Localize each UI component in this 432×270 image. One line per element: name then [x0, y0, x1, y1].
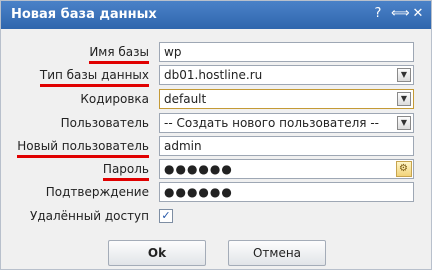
remote-access-checkbox[interactable]: ✓ [159, 209, 173, 223]
new-user-label: Новый пользователь [17, 139, 149, 158]
ok-button[interactable]: Ok [108, 240, 206, 266]
password-generator-icon[interactable]: ⚙ [396, 161, 412, 177]
help-icon[interactable]: ? [371, 6, 385, 22]
encoding-row: Кодировка default ▼ [1, 89, 431, 111]
password-label: Пароль [102, 162, 149, 181]
new-user-input[interactable] [159, 136, 414, 156]
chevron-down-icon[interactable]: ▼ [397, 116, 411, 130]
password-value: ●●●●●● [164, 162, 233, 176]
encoding-value: default [164, 92, 207, 106]
confirm-label: Подтверждение [45, 185, 149, 199]
resize-icon[interactable]: ⟺ [391, 6, 410, 22]
cancel-button[interactable]: Отмена [228, 240, 326, 266]
password-row: Пароль ●●●●●● ⚙ [1, 159, 431, 181]
encoding-select[interactable]: default ▼ [159, 89, 414, 109]
chevron-down-icon[interactable]: ▼ [397, 68, 411, 82]
db-name-input[interactable] [159, 42, 414, 62]
titlebar-tools: ? ⟺ ✕ [371, 6, 425, 22]
db-name-label: Имя базы [89, 45, 149, 64]
db-type-value: db01.hostline.ru [164, 68, 263, 82]
db-type-select[interactable]: db01.hostline.ru ▼ [159, 65, 414, 85]
user-select[interactable]: -- Создать нового пользователя -- ▼ [159, 113, 414, 133]
password-input[interactable]: ●●●●●● ⚙ [159, 159, 414, 179]
new-database-dialog: Новая база данных ? ⟺ ✕ Имя базы Тип баз… [0, 0, 432, 270]
user-label: Пользователь [60, 116, 149, 130]
dialog-content: Имя базы Тип базы данных db01.hostline.r… [1, 29, 431, 269]
new-user-row: Новый пользователь [1, 136, 431, 158]
db-type-label: Тип базы данных [39, 68, 149, 87]
user-row: Пользователь -- Создать нового пользоват… [1, 113, 431, 135]
confirm-row: Подтверждение ●●●●●● [1, 182, 431, 204]
confirm-password-input[interactable]: ●●●●●● [159, 182, 414, 202]
remote-access-label: Удалённый доступ [30, 209, 149, 223]
dialog-titlebar: Новая база данных ? ⟺ ✕ [1, 1, 431, 29]
confirm-value: ●●●●●● [164, 185, 233, 199]
button-row: Ok Отмена [1, 240, 431, 266]
db-type-row: Тип базы данных db01.hostline.ru ▼ [1, 65, 431, 87]
db-name-row: Имя базы [1, 42, 431, 64]
dialog-title: Новая база данных [11, 7, 157, 22]
user-value: -- Создать нового пользователя -- [164, 116, 379, 130]
close-icon[interactable]: ✕ [411, 6, 425, 22]
encoding-label: Кодировка [80, 92, 149, 106]
chevron-down-icon[interactable]: ▼ [397, 92, 411, 106]
remote-access-row: Удалённый доступ ✓ [1, 206, 431, 228]
